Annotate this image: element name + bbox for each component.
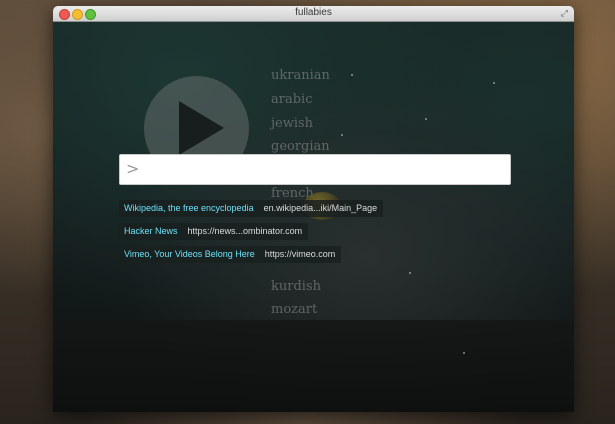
dust-speck — [493, 82, 495, 84]
dust-speck — [341, 134, 343, 136]
window-title: fullabies — [295, 7, 332, 18]
result-title[interactable]: Vimeo, Your Videos Belong Here — [124, 249, 255, 259]
result-item[interactable]: Vimeo, Your Videos Belong Here https://vi… — [119, 246, 342, 263]
fullscreen-icon[interactable]: ⤢ — [561, 8, 568, 19]
dust-speck — [463, 352, 465, 354]
result-item[interactable]: Wikipedia, the free encyclopedia en.wikip… — [119, 200, 384, 217]
language-item[interactable]: arabic — [271, 92, 312, 107]
language-item[interactable]: kurdish — [271, 279, 321, 294]
app-content: ukranian arabic jewish georgian french k… — [53, 22, 574, 412]
result-url: https://news...ombinator.com — [187, 226, 303, 236]
prompt-chevron-icon: > — [126, 159, 140, 178]
dust-speck — [409, 272, 411, 274]
app-window: fullabies ⤢ ukranian arabic jewish georg… — [53, 6, 574, 412]
result-url: https://vimeo.com — [264, 249, 336, 259]
dust-speck — [351, 74, 353, 76]
search-box[interactable]: > — [119, 154, 511, 185]
dust-speck — [425, 118, 427, 120]
title-bar[interactable]: fullabies ⤢ — [53, 6, 574, 22]
result-title[interactable]: Hacker News — [124, 226, 178, 236]
language-item[interactable]: jewish — [271, 116, 313, 131]
language-item[interactable]: mozart — [271, 302, 317, 317]
result-title[interactable]: Wikipedia, the free encyclopedia — [124, 203, 254, 213]
language-item[interactable]: ukranian — [271, 68, 330, 83]
play-icon — [179, 101, 224, 155]
background-ground — [53, 320, 574, 412]
result-item[interactable]: Hacker News https://news...ombinator.com — [119, 223, 309, 240]
result-url: en.wikipedia...iki/Main_Page — [263, 203, 378, 213]
search-input[interactable] — [142, 159, 504, 181]
language-item[interactable]: georgian — [271, 139, 330, 154]
